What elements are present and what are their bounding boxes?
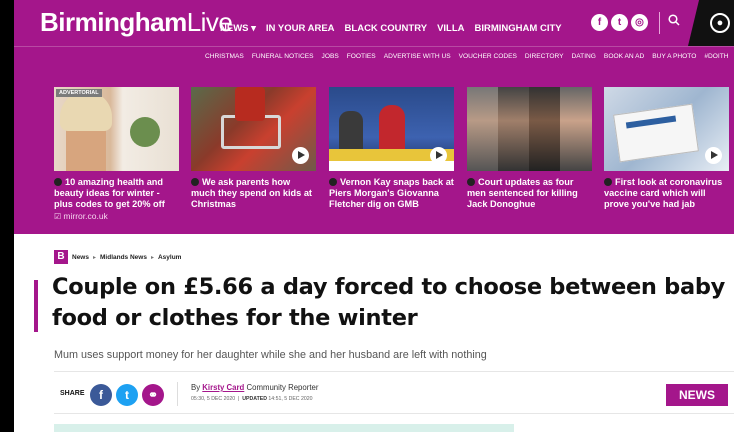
social-links: f t ◎ bbox=[591, 14, 648, 31]
promo-title: We ask parents how much they spend on ki… bbox=[191, 177, 312, 210]
promo-title: Court updates as four men sentenced for … bbox=[467, 177, 578, 210]
instagram-icon[interactable]: ◎ bbox=[631, 14, 648, 31]
nav-birmingham-city[interactable]: BIRMINGHAM CITY bbox=[475, 23, 562, 34]
promo-thumbnail: ADVERTORIAL bbox=[54, 87, 179, 171]
promo-card[interactable]: We ask parents how much they spend on ki… bbox=[191, 87, 316, 211]
subnav-doith[interactable]: #DOITH bbox=[704, 53, 728, 60]
twitter-icon[interactable]: t bbox=[611, 14, 628, 31]
promo-card[interactable]: ADVERTORIAL 10 amazing health and beauty… bbox=[54, 87, 179, 222]
nav-news[interactable]: NEWS ▾ bbox=[220, 23, 256, 34]
breadcrumb-item[interactable]: Asylum bbox=[158, 254, 181, 261]
subnav-voucher-codes[interactable]: VOUCHER CODES bbox=[459, 53, 517, 60]
category-badge[interactable]: NEWS bbox=[666, 384, 728, 406]
byline-divider bbox=[177, 382, 178, 406]
nav-black-country[interactable]: BLACK COUNTRY bbox=[345, 23, 428, 34]
article-headline: Couple on £5.66 a day forced to choose b… bbox=[52, 274, 726, 331]
byline: By Kirsty Card Community Reporter bbox=[191, 383, 318, 392]
headline-accent bbox=[34, 280, 38, 332]
promo-title: First look at coronavirus vaccine card w… bbox=[604, 177, 723, 210]
play-icon bbox=[705, 147, 722, 164]
updated-time: 14:51, 5 DEC 2020 bbox=[268, 396, 313, 402]
updated-label: UPDATED bbox=[242, 396, 267, 402]
promo-thumbnail bbox=[604, 87, 729, 171]
logo-bold: Birmingham bbox=[40, 7, 187, 37]
article-standfirst: Mum uses support money for her daughter … bbox=[54, 349, 487, 361]
promo-thumbnail bbox=[191, 87, 316, 171]
account-button[interactable]: ● bbox=[688, 0, 734, 46]
divider bbox=[54, 371, 734, 372]
promo-card[interactable]: Court updates as four men sentenced for … bbox=[467, 87, 592, 211]
facebook-icon[interactable]: f bbox=[591, 14, 608, 31]
site-logo[interactable]: BirminghamLive bbox=[40, 7, 233, 37]
subnav-christmas[interactable]: CHRISTMAS bbox=[205, 53, 244, 60]
main-nav: NEWS ▾ IN YOUR AREA BLACK COUNTRY VILLA … bbox=[220, 23, 562, 34]
breadcrumb-item[interactable]: News bbox=[72, 254, 89, 261]
promo-card[interactable]: Vernon Kay snaps back at Piers Morgan's … bbox=[329, 87, 454, 211]
play-icon bbox=[292, 147, 309, 164]
author-link[interactable]: Kirsty Card bbox=[202, 383, 244, 392]
promo-thumbnail bbox=[467, 87, 592, 171]
nav-in-your-area[interactable]: IN YOUR AREA bbox=[266, 23, 335, 34]
author-role: Community Reporter bbox=[246, 383, 319, 392]
section-logo: B bbox=[54, 250, 68, 264]
breadcrumb: B News ▸ Midlands News ▸ Asylum bbox=[54, 250, 181, 264]
nav-villa[interactable]: VILLA bbox=[437, 23, 464, 34]
secondary-nav: CHRISTMAS FUNERAL NOTICES JOBS FOOTIES A… bbox=[14, 46, 734, 70]
share-link-button[interactable]: ⚭ bbox=[142, 384, 164, 406]
promo-strip: ADVERTORIAL 10 amazing health and beauty… bbox=[14, 70, 734, 234]
article-dates: 05:30, 5 DEC 2020 | UPDATED 14:51, 5 DEC… bbox=[191, 396, 313, 402]
subnav-footies[interactable]: FOOTIES bbox=[347, 53, 376, 60]
share-facebook-button[interactable]: f bbox=[90, 384, 112, 406]
subnav-dating[interactable]: DATING bbox=[572, 53, 596, 60]
share-label: SHARE bbox=[60, 390, 85, 397]
subnav-jobs[interactable]: JOBS bbox=[322, 53, 339, 60]
subnav-directory[interactable]: DIRECTORY bbox=[525, 53, 564, 60]
promo-title: Vernon Kay snaps back at Piers Morgan's … bbox=[329, 177, 454, 210]
promo-thumbnail bbox=[329, 87, 454, 171]
subnav-buy-a-photo[interactable]: BUY A PHOTO bbox=[652, 53, 696, 60]
share-twitter-button[interactable]: t bbox=[116, 384, 138, 406]
header-divider bbox=[659, 12, 660, 34]
page: BirminghamLive NEWS ▾ IN YOUR AREA BLACK… bbox=[14, 0, 734, 432]
content-banner bbox=[54, 424, 514, 432]
subnav-book-an-ad[interactable]: BOOK AN AD bbox=[604, 53, 644, 60]
subnav-funeral-notices[interactable]: FUNERAL NOTICES bbox=[252, 53, 314, 60]
play-icon bbox=[430, 147, 447, 164]
search-icon[interactable] bbox=[668, 14, 680, 29]
divider bbox=[54, 413, 734, 414]
promo-card[interactable]: First look at coronavirus vaccine card w… bbox=[604, 87, 729, 211]
published-time: 05:30, 5 DEC 2020 bbox=[191, 396, 236, 402]
subnav-advertise[interactable]: ADVERTISE WITH US bbox=[384, 53, 451, 60]
breadcrumb-item[interactable]: Midlands News bbox=[100, 254, 147, 261]
advertorial-tag: ADVERTORIAL bbox=[56, 89, 102, 97]
chevron-right-icon: ▸ bbox=[92, 254, 96, 261]
byline-by: By bbox=[191, 383, 201, 392]
masthead: BirminghamLive NEWS ▾ IN YOUR AREA BLACK… bbox=[14, 0, 734, 46]
account-icon: ● bbox=[710, 13, 730, 33]
promo-title: 10 amazing health and beauty ideas for w… bbox=[54, 177, 165, 210]
promo-source: mirror.co.uk bbox=[63, 210, 108, 221]
chevron-right-icon: ▸ bbox=[150, 254, 154, 261]
